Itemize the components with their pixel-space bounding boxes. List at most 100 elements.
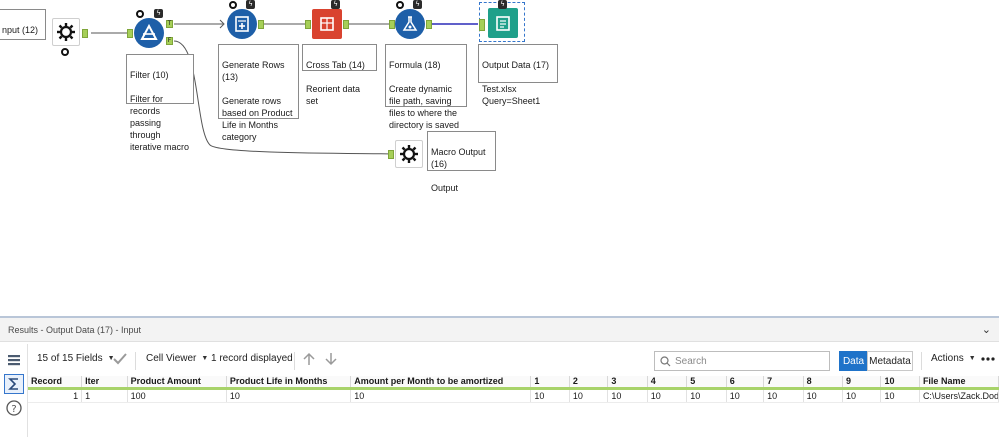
annotation-formula: Formula (18) Create dynamic file path, s… <box>385 44 467 130</box>
cell-viewer-caret-icon: ▼ <box>201 355 209 362</box>
filter-input-anchor[interactable] <box>127 29 133 38</box>
annotation-cross-tab: Cross Tab (14) Reorient data set <box>302 44 377 106</box>
filter-false-anchor[interactable]: F <box>166 37 173 45</box>
cross-tab-output-anchor[interactable] <box>343 20 349 29</box>
table-cell[interactable]: C:\Users\Zack.Dodson <box>919 388 999 403</box>
formula-lightning-badge: ϟ <box>413 0 422 9</box>
column-header[interactable]: Iter <box>81 376 128 390</box>
more-options-icon <box>981 357 995 361</box>
scroll-up-button[interactable] <box>302 352 316 366</box>
table-cell[interactable]: 10 <box>226 388 352 403</box>
output-data-tool[interactable] <box>488 8 518 38</box>
generate-rows-q-badge <box>229 1 237 9</box>
generate-rows-output-anchor[interactable] <box>258 20 264 29</box>
table-cell[interactable]: 10 <box>569 388 609 403</box>
data-tab-button[interactable]: Data <box>839 351 868 371</box>
table-cell[interactable]: 1 <box>81 388 128 403</box>
table-cell[interactable]: 10 <box>880 388 920 403</box>
actions-menu[interactable]: Actions ▼ <box>931 353 976 364</box>
annotation-filter-title: Filter (10) <box>130 70 169 80</box>
column-header[interactable]: 3 <box>607 376 648 390</box>
scroll-down-button[interactable] <box>324 352 338 366</box>
arrow-down-icon <box>325 353 337 366</box>
help-button[interactable]: ? <box>4 398 24 418</box>
column-header[interactable]: 7 <box>763 376 804 390</box>
table-cell[interactable]: 10 <box>350 388 532 403</box>
search-box[interactable] <box>654 351 830 371</box>
toolbar-separator <box>294 352 295 370</box>
metadata-tab-button[interactable]: Metadata <box>867 351 913 371</box>
svg-text:?: ? <box>11 404 16 415</box>
record-count-label: 1 record displayed <box>211 353 293 364</box>
workflow-canvas[interactable]: nput (12) ϟ T F Filter (10) Filter for r… <box>0 0 999 316</box>
column-header[interactable]: Product Amount <box>127 376 227 390</box>
formula-input-anchor[interactable] <box>389 20 395 29</box>
macro-input-output-anchor[interactable] <box>82 29 88 38</box>
cross-tab-input-anchor[interactable] <box>305 20 311 29</box>
output-data-input-anchor[interactable] <box>479 19 485 31</box>
filter-icon <box>140 23 158 40</box>
output-data-icon <box>496 16 510 31</box>
column-header[interactable]: Product Life in Months <box>226 376 352 390</box>
actions-caret-icon: ▼ <box>968 355 976 362</box>
cell-viewer-selector[interactable]: Cell Viewer ▼ <box>146 353 208 364</box>
formula-tool[interactable] <box>395 9 425 39</box>
results-toolbar: 15 of 15 Fields ▼ Cell Viewer ▼ 1 record… <box>0 344 999 378</box>
table-cell[interactable]: 10 <box>530 388 570 403</box>
annotation-formula-title: Formula (18) <box>389 60 441 70</box>
record-number-cell[interactable]: 1 <box>28 388 83 403</box>
cross-tab-lightning-badge: ϟ <box>331 0 340 9</box>
fields-selector[interactable]: 15 of 15 Fields ▼ <box>37 353 115 364</box>
grid-header: Record Iter Product Amount Product Life in … <box>28 376 999 390</box>
search-icon <box>660 355 671 366</box>
grid-header-row: Record Iter Product Amount Product Life in … <box>28 376 999 390</box>
column-header[interactable]: 5 <box>686 376 727 390</box>
formula-q-badge <box>396 1 404 9</box>
formula-output-anchor[interactable] <box>426 20 432 29</box>
apply-fields-button[interactable] <box>112 351 128 367</box>
column-header[interactable]: 4 <box>647 376 688 390</box>
collapse-chevron-icon[interactable]: ⌄ <box>982 323 991 336</box>
column-header[interactable]: 10 <box>880 376 920 390</box>
table-cell[interactable]: 10 <box>803 388 844 403</box>
macro-output-input-anchor[interactable] <box>388 150 394 159</box>
column-header[interactable]: 6 <box>726 376 765 390</box>
table-cell[interactable]: 100 <box>127 388 227 403</box>
filter-tool[interactable] <box>134 18 164 48</box>
column-header[interactable]: Record <box>28 376 83 390</box>
table-cell[interactable]: 10 <box>647 388 688 403</box>
annotation-output-data-title: Output Data (17) <box>482 60 550 70</box>
cross-tab-icon <box>320 17 334 31</box>
column-header[interactable]: 8 <box>803 376 844 390</box>
more-options-button[interactable] <box>981 356 995 362</box>
annotation-filter: Filter (10) Filter for records passing t… <box>126 54 194 152</box>
generate-rows-tool[interactable] <box>227 9 257 39</box>
arrow-up-icon <box>303 352 315 365</box>
table-cell[interactable]: 10 <box>726 388 765 403</box>
table-cell[interactable]: 10 <box>842 388 882 403</box>
results-grid[interactable]: Record Iter Product Amount Product Life in … <box>28 376 999 403</box>
column-header[interactable]: 2 <box>569 376 609 390</box>
table-cell[interactable]: 10 <box>686 388 727 403</box>
annotation-generate-rows-title: Generate Rows (13) <box>222 60 285 82</box>
table-row[interactable]: 1 1 100 10 10 10 10 10 10 10 10 10 10 10 10 C:\Users\Za… <box>28 388 999 403</box>
record-count: 1 record displayed <box>211 353 293 364</box>
column-header[interactable]: File Name <box>919 376 999 390</box>
search-input[interactable] <box>675 355 815 367</box>
checkmark-icon <box>113 353 127 365</box>
annotation-macro-input: nput (12) <box>0 9 46 40</box>
column-header[interactable]: 9 <box>842 376 882 390</box>
macro-output-tool[interactable] <box>395 140 423 168</box>
cell-viewer-label: Cell Viewer <box>146 353 197 364</box>
cross-tab-tool[interactable] <box>312 9 342 39</box>
macro-input-q-badge <box>61 48 69 56</box>
filter-q-badge <box>136 10 144 18</box>
macro-output-icon <box>400 145 418 163</box>
column-header[interactable]: Amount per Month to be amortized <box>350 376 532 390</box>
actions-label: Actions <box>931 353 964 364</box>
column-header[interactable]: 1 <box>530 376 570 390</box>
macro-input-tool[interactable] <box>52 18 80 46</box>
table-cell[interactable]: 10 <box>763 388 804 403</box>
filter-true-anchor[interactable]: T <box>166 20 173 28</box>
table-cell[interactable]: 10 <box>607 388 648 403</box>
